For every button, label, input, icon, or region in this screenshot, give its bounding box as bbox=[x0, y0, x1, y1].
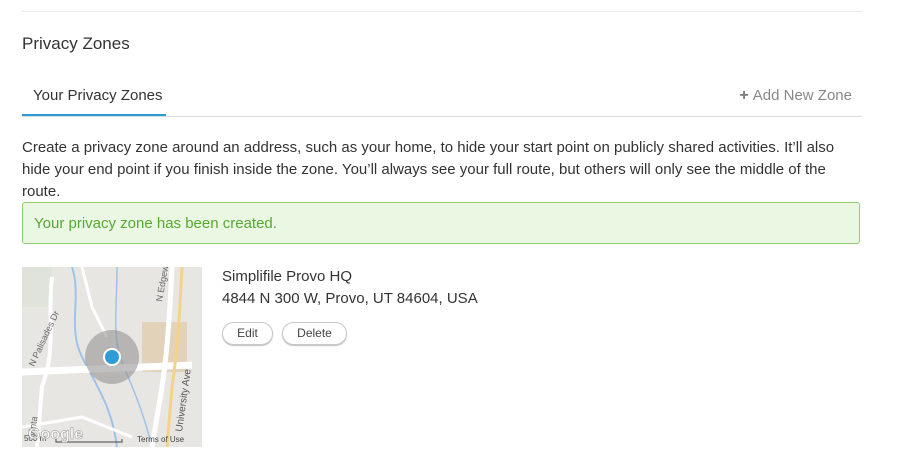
zone-name: Simplifile Provo HQ bbox=[222, 268, 353, 285]
edit-zone-button[interactable]: Edit bbox=[222, 322, 273, 345]
map-terms-link[interactable]: Terms of Use bbox=[137, 435, 185, 444]
add-new-zone-label: Add New Zone bbox=[752, 87, 852, 104]
section-title: Privacy Zones bbox=[22, 34, 130, 53]
add-new-zone-button[interactable]: + Add New Zone bbox=[739, 87, 852, 105]
success-alert-message: Your privacy zone has been created. bbox=[34, 215, 277, 232]
top-divider bbox=[22, 11, 862, 12]
tab-bar: Your Privacy Zones + Add New Zone bbox=[22, 82, 862, 117]
zone-address: 4844 N 300 W, Provo, UT 84604, USA bbox=[222, 290, 478, 307]
google-logo: Google bbox=[28, 426, 83, 443]
zone-marker-icon bbox=[103, 348, 121, 366]
tab-label: Your Privacy Zones bbox=[33, 87, 163, 104]
tab-your-privacy-zones[interactable]: Your Privacy Zones bbox=[22, 82, 166, 116]
map-graphic: N Palisades Dr N Edgew University Ave Vi… bbox=[22, 267, 202, 447]
delete-zone-button[interactable]: Delete bbox=[282, 322, 347, 345]
privacy-zone-description: Create a privacy zone around an address,… bbox=[22, 139, 835, 200]
success-alert: Your privacy zone has been created. bbox=[22, 202, 860, 244]
plus-icon: + bbox=[739, 87, 749, 104]
zone-map[interactable]: N Palisades Dr N Edgew University Ave Vi… bbox=[22, 267, 202, 447]
